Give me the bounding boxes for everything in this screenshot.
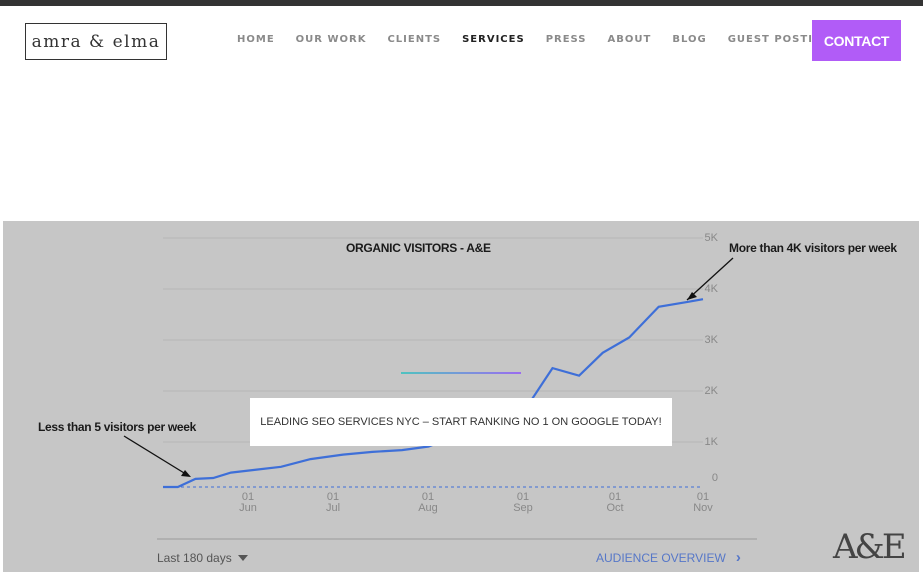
nav-clients[interactable]: CLIENTS	[387, 34, 441, 45]
nav-services[interactable]: SERVICES	[462, 34, 525, 45]
banner-accent-line	[401, 372, 521, 374]
hero-banner: LEADING SEO SERVICES NYC – START RANKING…	[250, 398, 672, 446]
audience-overview-label: AUDIENCE OVERVIEW	[596, 551, 726, 565]
date-range-label: Last 180 days	[157, 551, 232, 565]
annotation-arrowhead-left	[181, 470, 191, 477]
y-tick-label: 4K	[704, 283, 718, 295]
x-tick-label: 01 Jun	[239, 491, 257, 514]
chart-gridlines	[163, 237, 703, 488]
brand-monogram: A&E	[833, 527, 907, 567]
date-range-select[interactable]: Last 180 days	[157, 551, 248, 565]
y-tick-label: 5K	[704, 232, 718, 244]
site-header: amra & elma HOME OUR WORK CLIENTS SERVIC…	[0, 6, 923, 76]
annotation-right: More than 4K visitors per week	[729, 241, 897, 255]
chart-title: ORGANIC VISITORS - A&E	[346, 241, 491, 255]
nav-home[interactable]: HOME	[237, 34, 275, 45]
y-tick-label: 2K	[704, 385, 718, 397]
x-tick-label: 01 Aug	[418, 491, 438, 514]
x-tick-label: 01 Jul	[325, 491, 341, 514]
nav-blog[interactable]: BLOG	[672, 34, 706, 45]
nav-our-work[interactable]: OUR WORK	[296, 34, 367, 45]
visitors-chart	[123, 237, 757, 540]
nav-about[interactable]: ABOUT	[608, 34, 652, 45]
contact-button[interactable]: CONTACT	[812, 20, 901, 61]
caret-down-icon	[237, 555, 248, 561]
visitors-series-line	[163, 298, 704, 489]
annotation-left: Less than 5 visitors per week	[38, 420, 197, 434]
audience-overview-link[interactable]: AUDIENCE OVERVIEW ›	[596, 549, 741, 566]
nav-press[interactable]: PRESS	[546, 34, 587, 45]
x-tick-label: 01 Nov	[693, 491, 713, 514]
hero-chart-image: ORGANIC VISITORS - A&E More than 4K visi…	[3, 221, 919, 572]
y-tick-label: 0	[711, 472, 718, 484]
main-nav: HOME OUR WORK CLIENTS SERVICES PRESS ABO…	[237, 34, 853, 45]
x-tick-label: 01 Sep	[513, 491, 533, 514]
chevron-right-icon: ›	[735, 549, 741, 566]
site-logo[interactable]: amra & elma	[25, 23, 167, 60]
x-tick-label: 01 Oct	[606, 491, 624, 514]
y-tick-label: 1K	[704, 436, 718, 448]
y-tick-label: 3K	[704, 334, 718, 346]
banner-text: LEADING SEO SERVICES NYC – START RANKING…	[260, 416, 662, 428]
